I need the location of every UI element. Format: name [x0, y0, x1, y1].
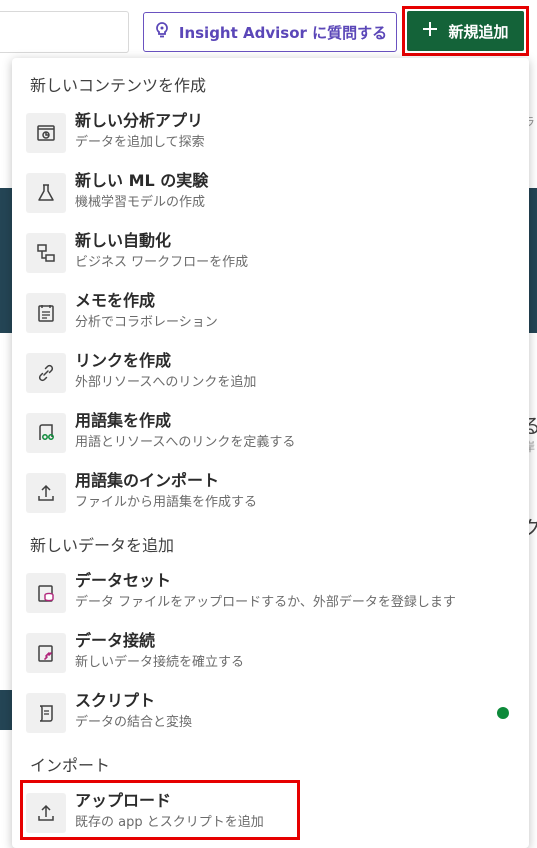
- flask-icon: [26, 173, 66, 213]
- analytics-app-icon: [26, 113, 66, 153]
- insight-advisor-label: Insight Advisor に質問する: [178, 23, 388, 42]
- status-dot: [497, 707, 509, 719]
- menu-item-title: 用語集を作成: [75, 411, 172, 430]
- data-connection-icon: [26, 633, 66, 673]
- menu-item-subtitle: 新しいデータ接続を確立する: [75, 655, 245, 670]
- background-banner-lower: [0, 690, 12, 730]
- insight-advisor-button[interactable]: Insight Advisor に質問する: [143, 12, 397, 52]
- menu-item-subtitle: データ ファイルをアップロードするか、外部データを登録します: [75, 595, 456, 610]
- menu-item-new-analytics-app[interactable]: 新しい分析アプリ データを追加して探索: [12, 104, 529, 160]
- link-icon: [26, 353, 66, 393]
- automation-icon: [26, 233, 66, 273]
- menu-item-data-connection[interactable]: データ接続 新しいデータ接続を確立する: [12, 624, 529, 680]
- menu-item-title: 新しい自動化: [75, 231, 172, 250]
- menu-item-subtitle: ビジネス ワークフローを作成: [75, 255, 249, 270]
- glossary-icon: [26, 413, 66, 453]
- search-input[interactable]: [0, 11, 129, 53]
- menu-item-create-glossary[interactable]: 用語集を作成 用語とリソースへのリンクを定義する: [12, 404, 529, 460]
- menu-item-subtitle: データを追加して探索: [75, 135, 205, 150]
- menu-item-title: メモを作成: [75, 291, 156, 310]
- section-title-new-data: 新しいデータを追加: [30, 536, 175, 555]
- menu-item-new-ml-experiment[interactable]: 新しい ML の実験 機械学習モデルの作成: [12, 164, 529, 220]
- menu-item-create-note[interactable]: メモを作成 分析でコラボレーション: [12, 284, 529, 340]
- menu-item-title: 用語集のインポート: [75, 471, 220, 490]
- menu-item-subtitle: 用語とリソースへのリンクを定義する: [75, 435, 296, 450]
- section-title-import: インポート: [30, 756, 111, 775]
- menu-item-new-automation[interactable]: 新しい自動化 ビジネス ワークフローを作成: [12, 224, 529, 280]
- menu-item-subtitle: データの結合と変換: [75, 715, 193, 730]
- note-icon: [26, 293, 66, 333]
- add-new-highlight: 新規追加: [402, 6, 529, 56]
- script-icon: [26, 693, 66, 733]
- add-new-dropdown: 新しいコンテンツを作成 新しい分析アプリ データを追加して探索 新しい ML の…: [12, 58, 529, 848]
- menu-item-dataset[interactable]: データセット データ ファイルをアップロードするか、外部データを登録します: [12, 564, 529, 620]
- menu-item-title: データセット: [75, 571, 172, 590]
- plus-icon: [422, 21, 438, 41]
- menu-item-subtitle: ファイルから用語集を作成する: [75, 495, 258, 510]
- menu-item-import-glossary[interactable]: 用語集のインポート ファイルから用語集を作成する: [12, 464, 529, 520]
- lightbulb-icon: [153, 21, 171, 43]
- menu-item-subtitle: 機械学習モデルの作成: [75, 195, 206, 210]
- menu-item-subtitle: 外部リソースへのリンクを追加: [75, 375, 257, 390]
- menu-item-title: リンクを作成: [75, 351, 172, 370]
- menu-item-script[interactable]: スクリプト データの結合と変換: [12, 684, 529, 740]
- menu-item-subtitle: 分析でコラボレーション: [75, 315, 218, 330]
- menu-item-title: データ接続: [75, 631, 156, 650]
- add-new-label: 新規追加: [448, 22, 509, 41]
- upload-icon: [26, 473, 66, 513]
- menu-item-title: 新しい ML の実験: [75, 171, 209, 190]
- menu-item-title: スクリプト: [75, 691, 156, 710]
- menu-item-create-link[interactable]: リンクを作成 外部リソースへのリンクを追加: [12, 344, 529, 400]
- dataset-icon: [26, 573, 66, 613]
- add-new-button[interactable]: 新規追加: [407, 11, 524, 51]
- section-title-new-content: 新しいコンテンツを作成: [30, 76, 207, 95]
- upload-highlight: [20, 780, 300, 840]
- menu-item-title: 新しい分析アプリ: [75, 111, 204, 130]
